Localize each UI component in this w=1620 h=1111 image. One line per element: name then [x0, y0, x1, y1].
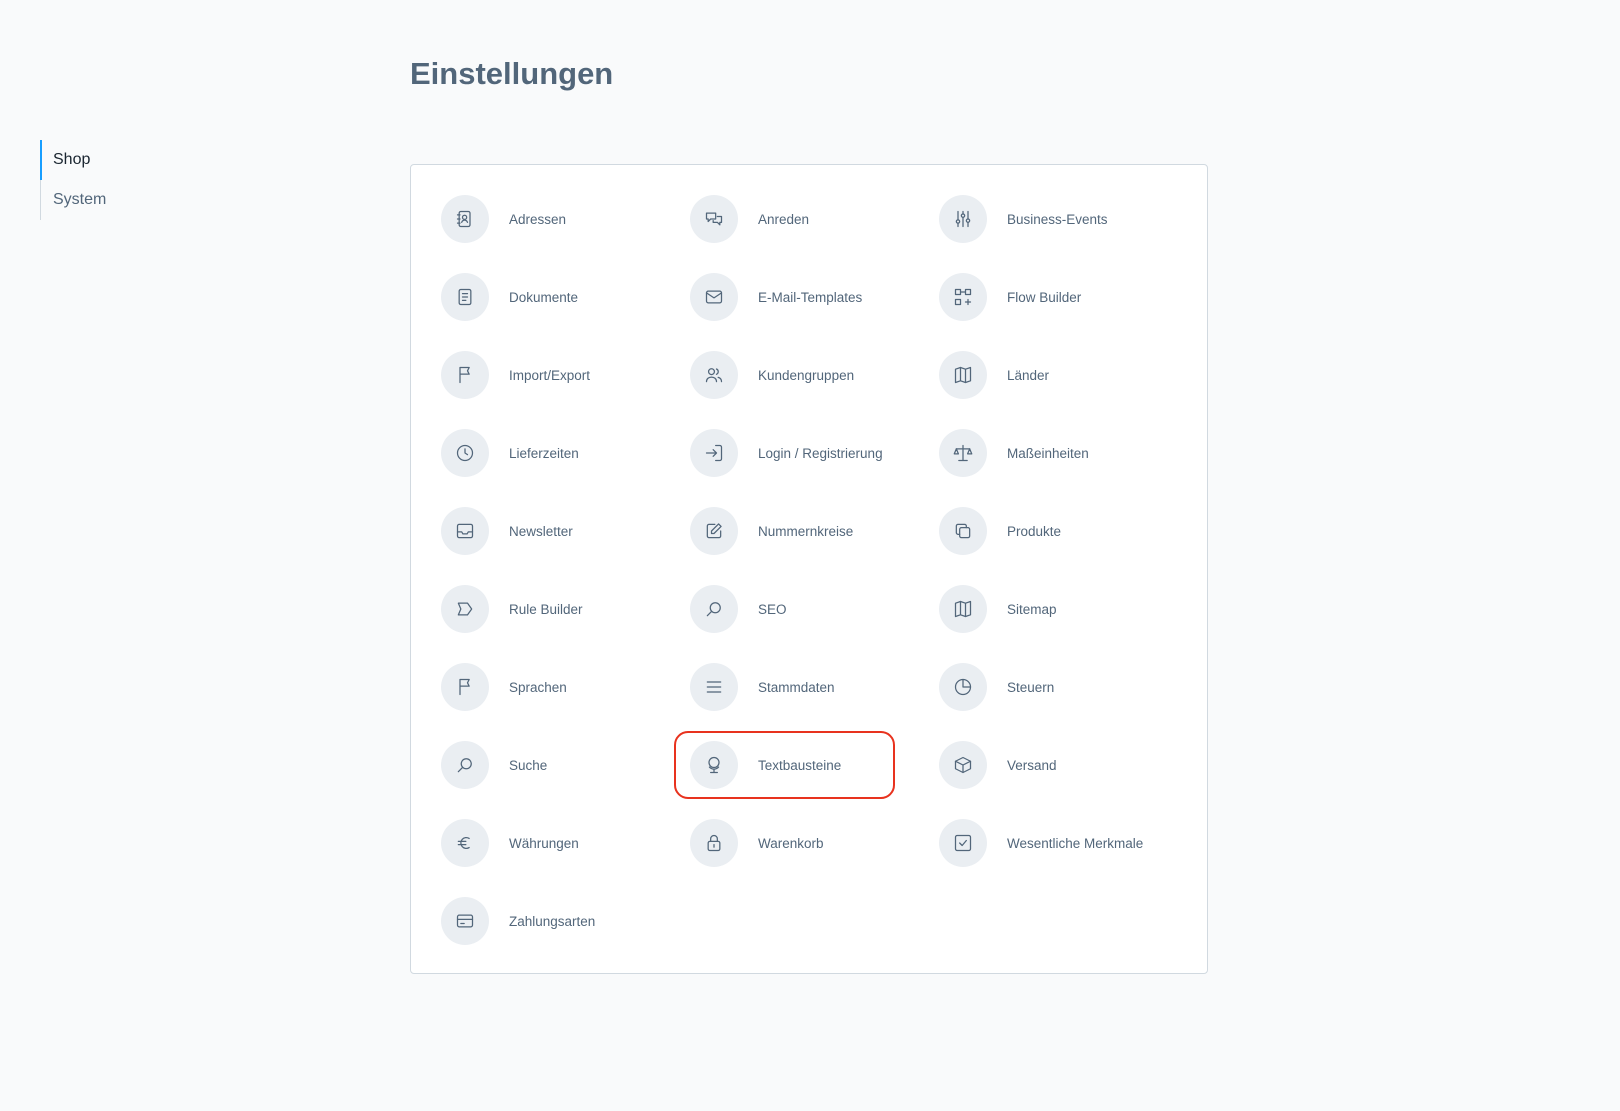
settings-item-label: Nummernkreise [758, 523, 854, 539]
settings-grid: Adressen Anreden Business-Events Dokumente E… [441, 195, 1188, 975]
flag-icon [441, 663, 489, 711]
settings-item-label: Lieferzeiten [509, 445, 579, 461]
settings-item-label: Suche [509, 757, 548, 773]
settings-item-label: SEO [758, 601, 787, 617]
globe-icon [690, 741, 738, 789]
settings-item-label: Dokumente [509, 289, 579, 305]
users-icon [690, 351, 738, 399]
document-icon [441, 273, 489, 321]
settings-item-business-events[interactable]: Business-Events [939, 195, 1188, 243]
settings-item-login-registrierung[interactable]: Login / Registrierung [690, 429, 939, 477]
page-title: Einstellungen [410, 56, 614, 91]
sliders-icon [939, 195, 987, 243]
settings-item-sitemap[interactable]: Sitemap [939, 585, 1188, 633]
settings-item-warenkorb[interactable]: Warenkorb [690, 819, 939, 867]
settings-item-adressen[interactable]: Adressen [441, 195, 690, 243]
settings-item-label: Währungen [509, 835, 579, 851]
tag-icon [441, 585, 489, 633]
envelope-icon [690, 273, 738, 321]
settings-item-masseinheiten[interactable]: Maßeinheiten [939, 429, 1188, 477]
settings-item-dokumente[interactable]: Dokumente [441, 273, 690, 321]
settings-item-anreden[interactable]: Anreden [690, 195, 939, 243]
settings-item-wesentliche-merkmale[interactable]: Wesentliche Merkmale [939, 819, 1188, 867]
settings-item-label: Sitemap [1007, 601, 1057, 617]
settings-item-label: Kundengruppen [758, 367, 855, 383]
sidebar-item-shop[interactable]: Shop [40, 140, 240, 180]
sign-in-icon [690, 429, 738, 477]
settings-item-suche[interactable]: Suche [441, 741, 690, 789]
settings-item-rule-builder[interactable]: Rule Builder [441, 585, 690, 633]
credit-card-icon [441, 897, 489, 945]
flow-icon [939, 273, 987, 321]
settings-item-label: Flow Builder [1007, 289, 1082, 305]
address-book-icon [441, 195, 489, 243]
settings-item-label: Anreden [758, 211, 810, 227]
map-icon [939, 351, 987, 399]
settings-item-e-mail-templates[interactable]: E-Mail-Templates [690, 273, 939, 321]
list-icon [690, 663, 738, 711]
settings-card: Adressen Anreden Business-Events Dokumente E… [410, 164, 1208, 974]
settings-item-versand[interactable]: Versand [939, 741, 1188, 789]
settings-item-lieferzeiten[interactable]: Lieferzeiten [441, 429, 690, 477]
settings-item-label: Import/Export [509, 367, 591, 383]
inbox-icon [441, 507, 489, 555]
settings-item-label: Login / Registrierung [758, 445, 883, 461]
chat-bubbles-icon [690, 195, 738, 243]
settings-item-label: Maßeinheiten [1007, 445, 1089, 461]
settings-item-label: Wesentliche Merkmale [1007, 835, 1144, 851]
settings-item-produkte[interactable]: Produkte [939, 507, 1188, 555]
settings-item-laender[interactable]: Länder [939, 351, 1188, 399]
flag-icon [441, 351, 489, 399]
settings-item-steuern[interactable]: Steuern [939, 663, 1188, 711]
sidebar-item-system[interactable]: System [40, 180, 240, 220]
search-icon [441, 741, 489, 789]
settings-item-textbausteine[interactable]: Textbausteine [674, 731, 939, 799]
map-icon [939, 585, 987, 633]
settings-item-label: Stammdaten [758, 679, 835, 695]
edit-icon [690, 507, 738, 555]
settings-item-label: Newsletter [509, 523, 573, 539]
settings-item-label: Rule Builder [509, 601, 583, 617]
settings-item-stammdaten[interactable]: Stammdaten [690, 663, 939, 711]
settings-item-label: Adressen [509, 211, 567, 227]
clock-icon [441, 429, 489, 477]
settings-item-label: Warenkorb [758, 835, 824, 851]
settings-item-nummernkreise[interactable]: Nummernkreise [690, 507, 939, 555]
settings-item-label: Zahlungsarten [509, 913, 596, 929]
settings-item-import-export[interactable]: Import/Export [441, 351, 690, 399]
search-icon [690, 585, 738, 633]
settings-item-label: E-Mail-Templates [758, 289, 863, 305]
settings-item-label: Versand [1007, 757, 1057, 773]
settings-item-waehrungen[interactable]: Währungen [441, 819, 690, 867]
settings-item-label: Steuern [1007, 679, 1055, 695]
settings-item-newsletter[interactable]: Newsletter [441, 507, 690, 555]
settings-item-zahlungsarten[interactable]: Zahlungsarten [441, 897, 690, 945]
settings-item-label: Business-Events [1007, 211, 1108, 227]
lock-icon [690, 819, 738, 867]
settings-item-label: Textbausteine [758, 757, 842, 773]
box-icon [939, 741, 987, 789]
settings-item-label: Sprachen [509, 679, 567, 695]
settings-item-kundengruppen[interactable]: Kundengruppen [690, 351, 939, 399]
settings-item-sprachen[interactable]: Sprachen [441, 663, 690, 711]
euro-icon [441, 819, 489, 867]
settings-page: Shop System Einstellungen Adressen Anrede… [0, 0, 1620, 1111]
settings-item-label: Produkte [1007, 523, 1062, 539]
scale-icon [939, 429, 987, 477]
settings-item-flow-builder[interactable]: Flow Builder [939, 273, 1188, 321]
settings-item-label: Länder [1007, 367, 1050, 383]
checkbox-icon [939, 819, 987, 867]
pie-chart-icon [939, 663, 987, 711]
settings-sidebar: Shop System [40, 140, 240, 220]
duplicate-icon [939, 507, 987, 555]
settings-item-seo[interactable]: SEO [690, 585, 939, 633]
